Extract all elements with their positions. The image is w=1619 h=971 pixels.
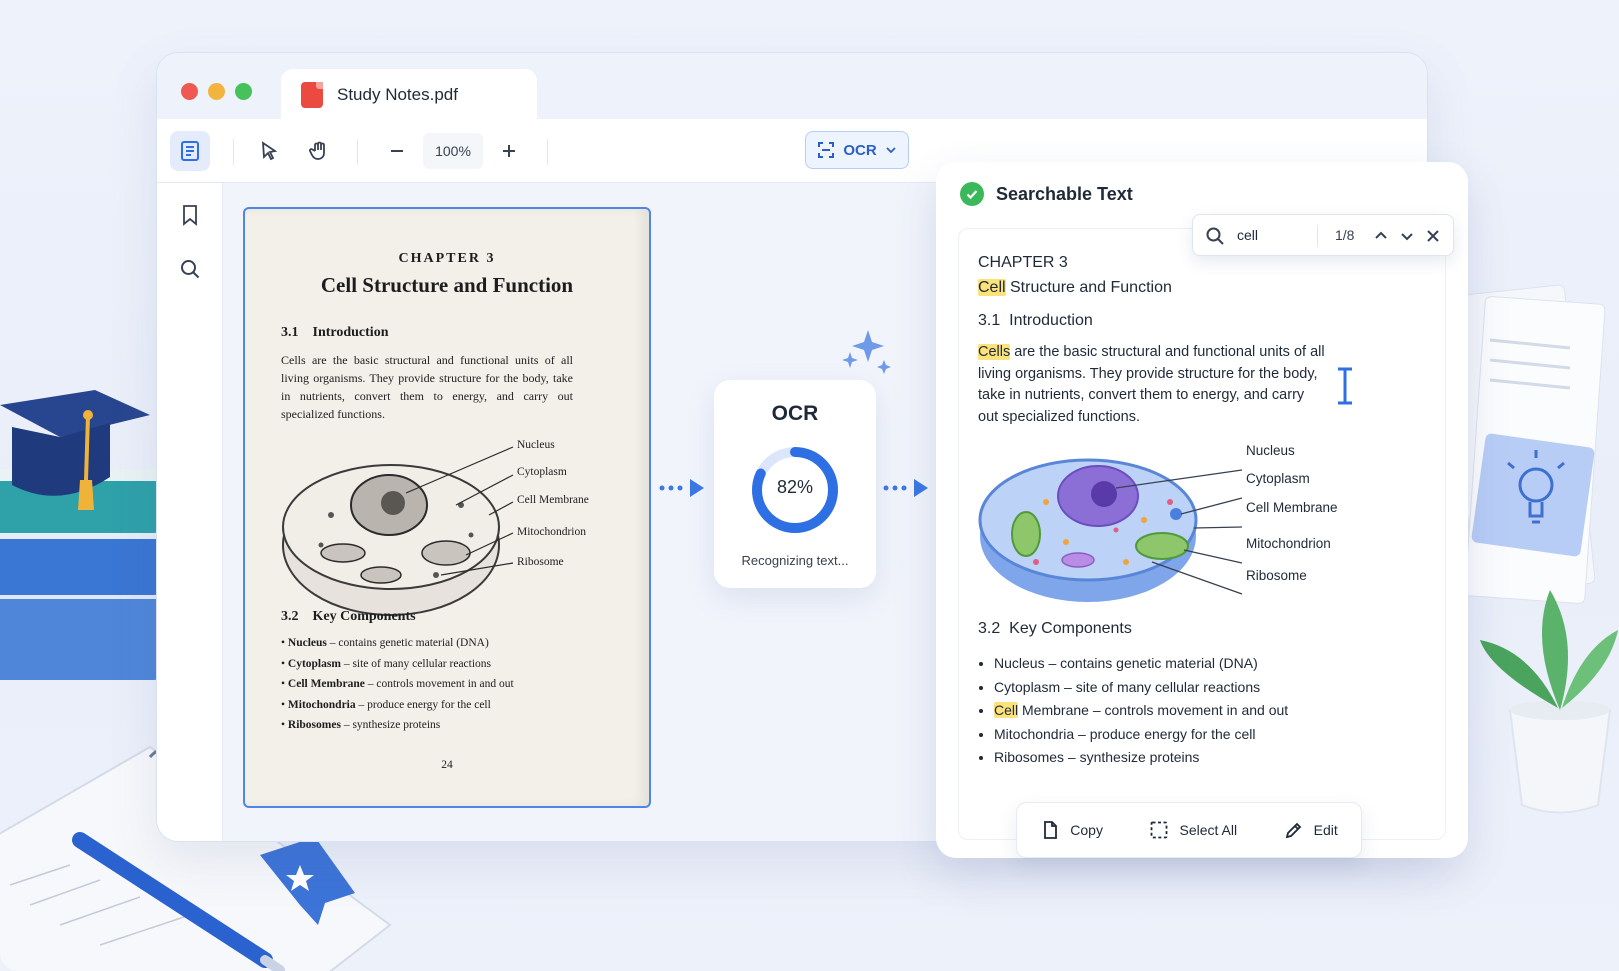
list-item: • Cell Membrane – controls movement in a… bbox=[281, 678, 514, 690]
ocr-status-text: Recognizing text... bbox=[741, 553, 849, 568]
scan-title: Cell Structure and Function bbox=[320, 273, 574, 297]
scan-icon bbox=[818, 142, 835, 158]
scene: Study Notes.pdf 100% OCR CHAPTER 3 Cell … bbox=[0, 0, 1619, 971]
scan-label-nucleus: Nucleus bbox=[517, 439, 555, 451]
left-sidebar bbox=[157, 183, 223, 841]
cell-diagram-color bbox=[978, 458, 1243, 602]
ocr-section-2-heading: 3.2 Key Components bbox=[978, 620, 1132, 637]
match-counter: 1/8 bbox=[1335, 227, 1355, 243]
chevron-up-icon[interactable] bbox=[1373, 228, 1389, 244]
zoom-level-field[interactable]: 100% bbox=[423, 133, 483, 169]
find-bar-divider bbox=[1317, 225, 1318, 247]
text-cursor-icon bbox=[1338, 367, 1352, 405]
scan-label-ribosome: Ribosome bbox=[517, 556, 564, 568]
search-icon bbox=[1206, 227, 1224, 245]
sparkle-icon bbox=[842, 330, 891, 374]
ocr-label-cell-membrane: Cell Membrane bbox=[1246, 500, 1338, 515]
books-illustration bbox=[0, 390, 160, 680]
zoom-in-button[interactable] bbox=[489, 131, 529, 171]
bookmarks-button[interactable] bbox=[170, 195, 210, 235]
edit-label: Edit bbox=[1313, 822, 1338, 838]
plant-illustration bbox=[1480, 590, 1618, 814]
list-item: • Ribosomes – synthesize proteins bbox=[281, 719, 441, 731]
ocr-title: Cell Structure and Function bbox=[978, 279, 1172, 296]
toolbar-divider bbox=[233, 139, 234, 165]
check-circle-icon bbox=[960, 182, 984, 206]
close-window-button[interactable] bbox=[181, 83, 198, 100]
copy-button[interactable]: Copy bbox=[1040, 820, 1103, 840]
scan-label-cell-membrane: Cell Membrane bbox=[517, 494, 589, 506]
ocr-chapter: CHAPTER 3 bbox=[978, 254, 1068, 271]
chevron-down-icon[interactable] bbox=[1399, 228, 1415, 244]
minus-icon bbox=[391, 150, 403, 152]
ocr-card-title: OCR bbox=[771, 402, 819, 425]
document-list-icon bbox=[181, 141, 199, 161]
ocr-button-label: OCR bbox=[843, 141, 877, 159]
ocr-paragraph: Cells are the basic structural and funct… bbox=[978, 344, 1325, 425]
thumbnails-panel-button[interactable] bbox=[170, 131, 210, 171]
scan-bullet-list: • Nucleus – contains genetic material (D… bbox=[281, 633, 514, 736]
ocr-label-cytoplasm: Cytoplasm bbox=[1246, 471, 1310, 486]
ocr-bullet-list: Nucleus – contains genetic material (DNA… bbox=[978, 652, 1288, 770]
ocr-section-1-heading: 3.1 Introduction bbox=[978, 312, 1093, 329]
scan-label-mitochondrion: Mitochondrion bbox=[517, 526, 586, 538]
list-item: • Cytoplasm – site of many cellular reac… bbox=[281, 657, 492, 670]
search-panel-button[interactable] bbox=[170, 249, 210, 289]
bookmark-icon bbox=[183, 205, 197, 226]
select-all-button[interactable]: Select All bbox=[1149, 820, 1237, 840]
scan-label-cytoplasm: Cytoplasm bbox=[517, 466, 567, 478]
plus-icon bbox=[503, 145, 515, 157]
panel-title: Searchable Text bbox=[996, 183, 1133, 204]
pan-tool-button[interactable] bbox=[299, 131, 339, 171]
select-tool-button[interactable] bbox=[249, 131, 289, 171]
list-item: • Mitochondria – produce energy for the … bbox=[281, 698, 491, 711]
cursor-arrow-icon bbox=[261, 141, 278, 161]
list-item: Ribosomes – synthesize proteins bbox=[994, 746, 1288, 770]
scan-paragraph: Cells are the basic structural and funct… bbox=[281, 353, 573, 421]
pencil-icon bbox=[1285, 822, 1301, 839]
select-all-label: Select All bbox=[1179, 822, 1238, 838]
scan-section-2-heading: 3.2 Key Components bbox=[281, 609, 416, 624]
pdf-file-icon bbox=[301, 82, 323, 108]
arrow-right-icon bbox=[883, 479, 928, 497]
ocr-progress-card: OCR 82% Recognizing text... bbox=[714, 380, 876, 588]
text-action-bar: Copy Select All Edit bbox=[1016, 802, 1362, 858]
list-item: Cytoplasm – site of many cellular reacti… bbox=[994, 676, 1288, 700]
ocr-label-mitochondrion: Mitochondrion bbox=[1246, 536, 1331, 551]
find-bar: cell 1/8 bbox=[1192, 214, 1454, 256]
list-item: Cell Membrane – controls movement in and… bbox=[994, 699, 1288, 723]
search-icon bbox=[181, 260, 200, 279]
scan-chapter: CHAPTER 3 bbox=[398, 251, 496, 266]
find-input[interactable]: cell bbox=[1237, 227, 1258, 243]
ocr-progress-percent: 82% bbox=[776, 477, 814, 497]
copy-label: Copy bbox=[1070, 822, 1103, 838]
title-bar: Study Notes.pdf bbox=[157, 53, 1427, 121]
toolbar-divider bbox=[547, 139, 548, 165]
zoom-out-button[interactable] bbox=[377, 131, 417, 171]
ocr-label-ribosome: Ribosome bbox=[1246, 568, 1307, 583]
copy-icon bbox=[1044, 821, 1058, 839]
ocr-dropdown-button[interactable]: OCR bbox=[805, 131, 909, 169]
tab-title: Study Notes.pdf bbox=[337, 85, 458, 104]
tab-study-notes[interactable]: Study Notes.pdf bbox=[281, 69, 537, 121]
searchable-text-panel: Searchable Text cell 1/8 CHAPTER 3 Cell … bbox=[936, 162, 1468, 858]
scan-page-number: 24 bbox=[441, 759, 453, 771]
hand-icon bbox=[309, 141, 325, 160]
scanned-page[interactable]: CHAPTER 3 Cell Structure and Function 3.… bbox=[243, 207, 651, 808]
toolbar-divider bbox=[357, 139, 358, 165]
list-item: Mitochondria – produce energy for the ce… bbox=[994, 723, 1288, 747]
cell-sketch-diagram bbox=[282, 446, 514, 616]
list-item: Nucleus – contains genetic material (DNA… bbox=[994, 652, 1288, 676]
panel-header: Searchable Text bbox=[960, 182, 1133, 206]
minimize-window-button[interactable] bbox=[208, 83, 225, 100]
close-icon[interactable] bbox=[1425, 228, 1441, 244]
select-all-icon bbox=[1151, 821, 1168, 839]
scan-section-1-heading: 3.1 Introduction bbox=[281, 325, 389, 340]
chevron-down-icon bbox=[886, 147, 896, 154]
list-item: • Nucleus – contains genetic material (D… bbox=[281, 637, 489, 649]
arrow-right-icon bbox=[659, 479, 704, 497]
maximize-window-button[interactable] bbox=[235, 83, 252, 100]
ocr-label-nucleus: Nucleus bbox=[1246, 443, 1295, 458]
edit-button[interactable]: Edit bbox=[1284, 820, 1338, 840]
